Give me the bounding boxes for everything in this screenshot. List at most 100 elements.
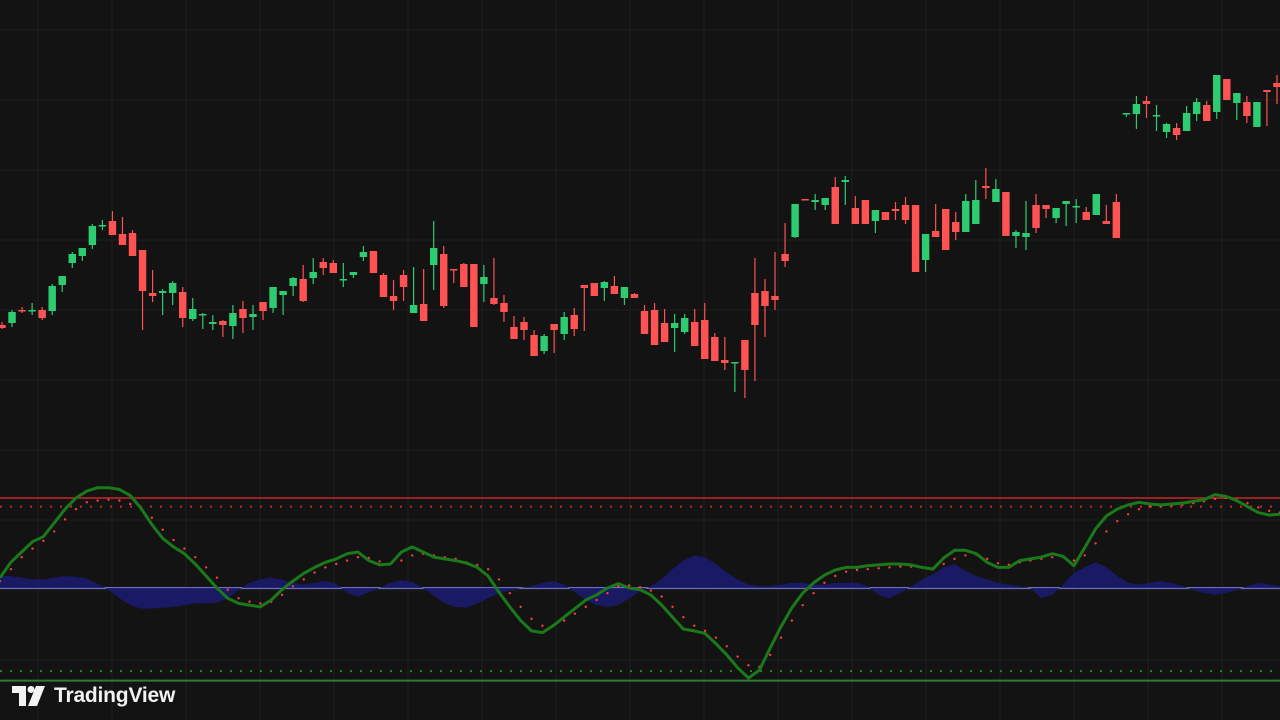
signal-dot (1126, 513, 1130, 516)
candle-body (690, 322, 699, 346)
candle (861, 200, 870, 224)
candle-body (1012, 232, 1020, 236)
candle (891, 202, 900, 220)
signal-dot (248, 600, 251, 603)
candle-body (309, 272, 317, 278)
candle-body (871, 210, 880, 221)
candle (600, 281, 609, 301)
candle-body (1052, 208, 1060, 218)
candle (419, 269, 428, 321)
candle-body (1022, 233, 1030, 237)
candle (962, 194, 970, 232)
candle (1263, 90, 1271, 126)
candle-body (1062, 201, 1070, 204)
candlestick-series (0, 75, 1280, 398)
candle (299, 265, 307, 302)
signal-dot (606, 591, 609, 595)
chart-canvas[interactable] (0, 0, 1280, 720)
signal-dot (1246, 501, 1249, 505)
candle (781, 223, 789, 267)
candle-body (138, 250, 147, 291)
candle (670, 314, 679, 352)
candle (1012, 230, 1020, 248)
candle (972, 180, 980, 224)
candle (791, 204, 799, 238)
candle (88, 224, 97, 249)
candle-body (1273, 83, 1280, 87)
candle (1002, 192, 1010, 236)
signal-dot (486, 567, 490, 571)
signal-dot (790, 619, 794, 622)
candle (1182, 106, 1191, 131)
candle (98, 220, 107, 230)
candle (580, 285, 588, 331)
candle-body (620, 287, 629, 298)
candle-body (299, 279, 307, 301)
signal-dot (834, 574, 837, 578)
candle-body (941, 209, 950, 250)
signal-dot (118, 499, 121, 502)
candle (239, 301, 247, 333)
signal-dot (96, 499, 99, 502)
tradingview-watermark: TradingView (12, 684, 175, 708)
candle-body (861, 200, 870, 224)
candle-body (630, 294, 639, 298)
signal-dot (20, 555, 23, 559)
signal-dot (1213, 497, 1217, 501)
candle (249, 305, 257, 330)
candle-body (500, 303, 508, 312)
candle (821, 198, 829, 210)
candle (1132, 96, 1141, 129)
signal-dot (215, 576, 219, 579)
candle-body (721, 360, 729, 363)
candle (1062, 201, 1070, 226)
candle (680, 314, 689, 334)
candle (590, 283, 599, 296)
candle-body (660, 323, 669, 342)
candle (510, 316, 518, 339)
candle-body (771, 296, 779, 300)
signal-dot (161, 528, 164, 531)
candle-body (369, 251, 378, 273)
candle-body (429, 248, 438, 265)
candle-body (711, 337, 719, 361)
signal-dot (313, 571, 316, 574)
signal-dot (411, 554, 414, 557)
candle-body (530, 335, 538, 356)
signal-dot (335, 562, 338, 566)
candle (138, 250, 147, 330)
candle (178, 287, 187, 327)
signal-dot (237, 597, 240, 600)
candle-body (480, 277, 488, 284)
candle (429, 221, 438, 290)
candle-body (1152, 115, 1161, 117)
candle-body (550, 324, 558, 330)
signal-dot (779, 636, 783, 639)
candle (108, 211, 117, 235)
candle (841, 176, 850, 205)
candle (982, 168, 990, 199)
signal-dot (985, 557, 989, 561)
signal-dot (107, 498, 110, 501)
candle (38, 307, 46, 320)
candle-body (590, 283, 599, 296)
candle-body (1032, 205, 1040, 228)
candle-body (1263, 90, 1271, 92)
candle-body (1042, 205, 1050, 209)
signal-dot (682, 615, 685, 619)
candle (128, 230, 137, 256)
signal-dot (638, 585, 642, 589)
signal-dot (736, 655, 739, 658)
candle (28, 303, 36, 315)
candle (1092, 194, 1100, 215)
candle-body (650, 310, 659, 345)
candle-body (219, 321, 227, 325)
candle-body (490, 298, 498, 304)
signal-dot (9, 567, 13, 571)
candle (199, 313, 207, 329)
candle (339, 263, 348, 287)
signal-dot (1094, 542, 1097, 545)
candle (1213, 75, 1221, 119)
candle-body (580, 285, 588, 288)
candle (369, 251, 378, 273)
